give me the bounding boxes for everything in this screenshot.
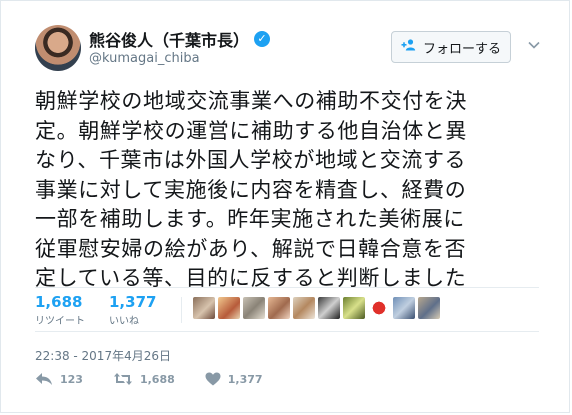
- retweet-icon: [113, 372, 133, 386]
- author-name-row[interactable]: 熊谷俊人（千葉市長） ✓: [89, 27, 271, 51]
- likers-avatars: [193, 297, 440, 319]
- liker-avatar[interactable]: [293, 297, 315, 319]
- liker-avatar[interactable]: [218, 297, 240, 319]
- tweet-text-line: 事業に対して実施後に内容を精査し、経費の: [35, 177, 467, 202]
- like-button[interactable]: 1,377: [205, 372, 263, 386]
- avatar[interactable]: [35, 25, 81, 71]
- reply-button[interactable]: 123: [35, 372, 83, 386]
- liker-avatar[interactable]: [393, 297, 415, 319]
- retweet-button[interactable]: 1,688: [113, 372, 175, 386]
- follow-button[interactable]: フォローする: [391, 31, 511, 63]
- chevron-down-icon[interactable]: [526, 37, 542, 53]
- tweet-text-line: なり、千葉市は外国人学校が地域と交流する: [35, 148, 467, 172]
- divider: [181, 297, 182, 323]
- like-stat[interactable]: 1,377 いいね: [109, 293, 156, 327]
- reply-icon: [35, 372, 53, 386]
- like-action-count: 1,377: [227, 372, 263, 386]
- liker-avatar[interactable]: [418, 297, 440, 319]
- liker-avatar[interactable]: [268, 297, 290, 319]
- retweet-count: 1,688: [35, 293, 83, 311]
- liker-avatar[interactable]: [193, 297, 215, 319]
- tweet-text: 朝鮮学校の地域交流事業への補助不交付を決 定。朝鮮学校の運営に補助する他自治体と…: [35, 87, 545, 294]
- liker-avatar[interactable]: [318, 297, 340, 319]
- like-count: 1,377: [109, 293, 157, 311]
- tweet-text-line: 従軍慰安婦の絵があり、解説で日韓合意を否: [35, 236, 467, 261]
- verified-badge-icon: ✓: [254, 31, 271, 47]
- follow-button-label: フォローする: [422, 41, 501, 57]
- tweet-text-line: 定。朝鮮学校の運営に補助する他自治体と異: [35, 118, 467, 143]
- tweet-text-line: 朝鮮学校の地域交流事業への補助不交付を決: [35, 89, 467, 113]
- liker-avatar[interactable]: [243, 297, 265, 319]
- tweet-text-line: 一部を補助します。昨年実施された美術展に: [35, 207, 465, 231]
- like-label: いいね: [109, 316, 139, 327]
- author-handle[interactable]: @kumagai_chiba: [89, 51, 200, 66]
- add-user-icon: [401, 39, 417, 55]
- divider: [35, 331, 539, 332]
- tweet-card: 熊谷俊人（千葉市長） ✓ @kumagai_chiba フォローする 朝鮮学校の…: [0, 0, 570, 413]
- divider: [35, 287, 539, 288]
- heart-icon: [205, 372, 221, 386]
- liker-avatar[interactable]: [343, 297, 365, 319]
- tweet-text-line: 定している等、目的に反すると判断しました: [35, 266, 467, 290]
- reply-count: 123: [60, 372, 83, 386]
- tweet-actions: 123 1,688 1,377: [35, 372, 293, 386]
- liker-avatar[interactable]: [368, 297, 390, 319]
- tweet-timestamp[interactable]: 22:38 - 2017年4月26日: [35, 347, 171, 364]
- author-name[interactable]: 熊谷俊人（千葉市長）: [89, 27, 249, 51]
- retweet-label: リツイート: [35, 316, 85, 327]
- retweet-action-count: 1,688: [139, 372, 175, 386]
- retweet-stat[interactable]: 1,688 リツイート: [35, 293, 85, 327]
